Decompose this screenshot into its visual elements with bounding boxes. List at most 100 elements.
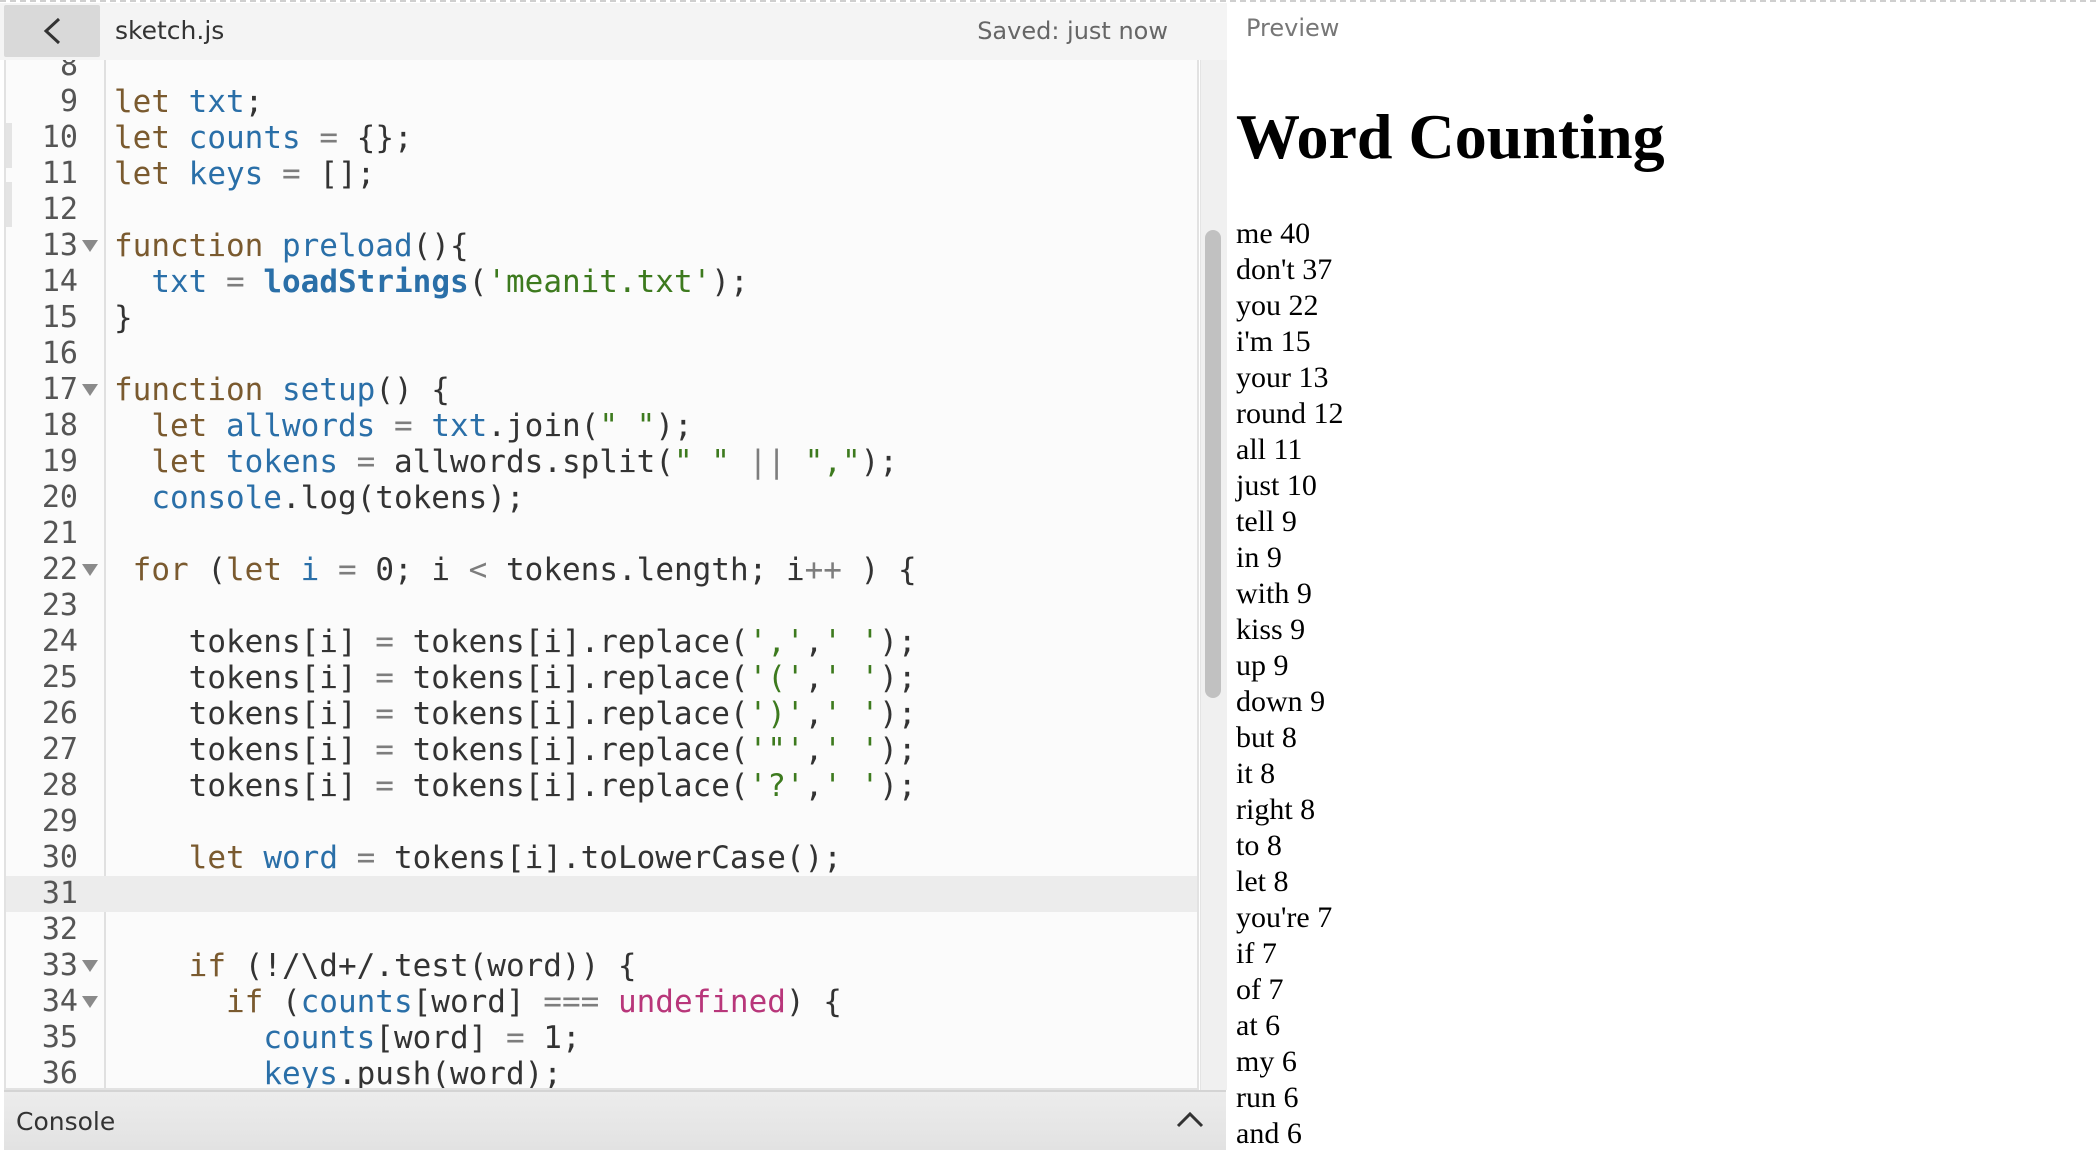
code-token: counts	[300, 984, 413, 1020]
code-token: loadStrings	[263, 264, 469, 300]
line-number: 29	[41, 804, 78, 839]
chevron-up-icon[interactable]	[1174, 1106, 1206, 1134]
code-line[interactable]: 16	[6, 336, 1197, 372]
fold-arrow-icon[interactable]	[82, 996, 98, 1008]
line-number: 9	[59, 84, 78, 119]
code-line[interactable]: 21	[6, 516, 1197, 552]
console-label: Console	[16, 1107, 116, 1136]
code-line[interactable]: 12	[6, 192, 1197, 228]
code-line[interactable]: 27 tokens[i] = tokens[i].replace('"',' '…	[6, 732, 1197, 768]
word-count-item: of 7	[1236, 973, 1284, 1006]
code-text: let allwords = txt.join(" ");	[114, 408, 692, 444]
code-line[interactable]: 31	[6, 876, 1197, 912]
line-number: 27	[41, 732, 78, 767]
line-number: 32	[41, 912, 78, 947]
code-line[interactable]: 13 function preload(){	[6, 228, 1197, 264]
code-editor[interactable]: 8 9 let txt; 10 let counts = {}; 11 let keys =…	[4, 60, 1199, 1090]
code-token: setup	[281, 372, 376, 408]
code-line[interactable]: 24 tokens[i] = tokens[i].replace(',',' '…	[6, 624, 1197, 660]
word-count-item: you're 7	[1236, 901, 1333, 934]
code-text: tokens[i] = tokens[i].replace(')',' ');	[114, 696, 917, 732]
code-token: if	[188, 948, 226, 984]
code-token: (	[468, 264, 488, 300]
code-token: (	[263, 984, 301, 1020]
code-text: console.log(tokens);	[114, 480, 524, 516]
fold-arrow-icon[interactable]	[82, 564, 98, 576]
code-line[interactable]: 8	[6, 60, 1197, 84]
code-line[interactable]: 28 tokens[i] = tokens[i].replace('?',' '…	[6, 768, 1197, 804]
code-line[interactable]: 19 let tokens = allwords.split(" " || ",…	[6, 444, 1197, 480]
code-line[interactable]: 9 let txt;	[6, 84, 1197, 120]
code-token: =	[356, 444, 376, 480]
word-count-item: if 7	[1236, 937, 1277, 970]
code-token: '"'	[748, 732, 805, 768]
code-token: tokens[i].replace(	[393, 660, 749, 696]
code-line[interactable]: 25 tokens[i] = tokens[i].replace('(',' '…	[6, 660, 1197, 696]
code-line[interactable]: 11 let keys = [];	[6, 156, 1197, 192]
console-bar[interactable]: Console	[4, 1090, 1226, 1150]
code-line[interactable]: 34 if (counts[word] === undefined) {	[6, 984, 1197, 1020]
code-token: =	[393, 408, 413, 444]
code-line[interactable]: 15}	[6, 300, 1197, 336]
code-token: =	[375, 696, 394, 732]
line-number: 13	[41, 228, 78, 263]
code-lines[interactable]: 8 9 let txt; 10 let counts = {}; 11 let keys =…	[6, 60, 1197, 1088]
code-line[interactable]: 14 txt = loadStrings('meanit.txt');	[6, 264, 1197, 300]
code-text: tokens[i] = tokens[i].replace(',',' ');	[114, 624, 917, 660]
code-token: [];	[300, 156, 376, 192]
word-count-item: all 11	[1236, 433, 1303, 466]
code-token: =	[226, 264, 245, 300]
code-line[interactable]: 18 let allwords = txt.join(" ");	[6, 408, 1197, 444]
fold-arrow-icon[interactable]	[82, 384, 98, 396]
fold-arrow-icon[interactable]	[82, 960, 98, 972]
editor-header: sketch.js Saved: just now	[0, 3, 1227, 60]
code-token: txt	[151, 264, 208, 300]
code-line[interactable]: 30 let word = tokens[i].toLowerCase();	[6, 840, 1197, 876]
code-line[interactable]: 29	[6, 804, 1197, 840]
code-line[interactable]: 26 tokens[i] = tokens[i].replace(')',' '…	[6, 696, 1197, 732]
code-token: ,	[804, 768, 824, 804]
code-token: ' '	[823, 768, 880, 804]
code-line[interactable]: 10 let counts = {};	[6, 120, 1197, 156]
code-token: ,	[804, 624, 824, 660]
code-line[interactable]: 32	[6, 912, 1197, 948]
code-text: counts[word] = 1;	[114, 1020, 581, 1056]
code-token: let	[151, 444, 208, 480]
code-token: 1;	[524, 1020, 581, 1056]
code-token: =	[319, 120, 338, 156]
code-text: let word = tokens[i].toLowerCase();	[114, 840, 842, 876]
code-token: {};	[338, 120, 413, 156]
code-token: ' '	[823, 696, 880, 732]
line-number: 19	[41, 444, 78, 479]
code-token: ,	[804, 732, 824, 768]
code-text: if (counts[word] === undefined) {	[114, 984, 842, 1020]
code-token: ','	[748, 624, 805, 660]
code-token: tokens[i].replace(	[393, 624, 749, 660]
code-line[interactable]: 17 function setup() {	[6, 372, 1197, 408]
code-token: let	[114, 156, 170, 192]
word-count-item: with 9	[1236, 577, 1312, 610]
code-token: '?'	[748, 768, 805, 804]
code-line[interactable]: 36 keys.push(word);	[6, 1056, 1197, 1088]
line-number: 33	[41, 948, 78, 983]
code-line[interactable]: 22 for (let i = 0; i < tokens.length; i+…	[6, 552, 1197, 588]
fold-arrow-icon[interactable]	[82, 240, 98, 252]
editor-scrollbar-thumb[interactable]	[1205, 230, 1221, 698]
code-token: () {	[375, 372, 450, 408]
code-token: let	[188, 840, 245, 876]
code-line[interactable]: 35 counts[word] = 1;	[6, 1020, 1197, 1056]
code-text: txt = loadStrings('meanit.txt');	[114, 264, 748, 300]
code-token: =	[356, 840, 376, 876]
code-token: );	[879, 732, 917, 768]
back-button[interactable]	[4, 5, 100, 57]
code-line[interactable]: 23	[6, 588, 1197, 624]
line-number: 22	[41, 552, 78, 587]
code-line[interactable]: 20 console.log(tokens);	[6, 480, 1197, 516]
file-name-tab[interactable]: sketch.js	[115, 16, 224, 45]
code-line[interactable]: 33 if (!/\d+/.test(word)) {	[6, 948, 1197, 984]
